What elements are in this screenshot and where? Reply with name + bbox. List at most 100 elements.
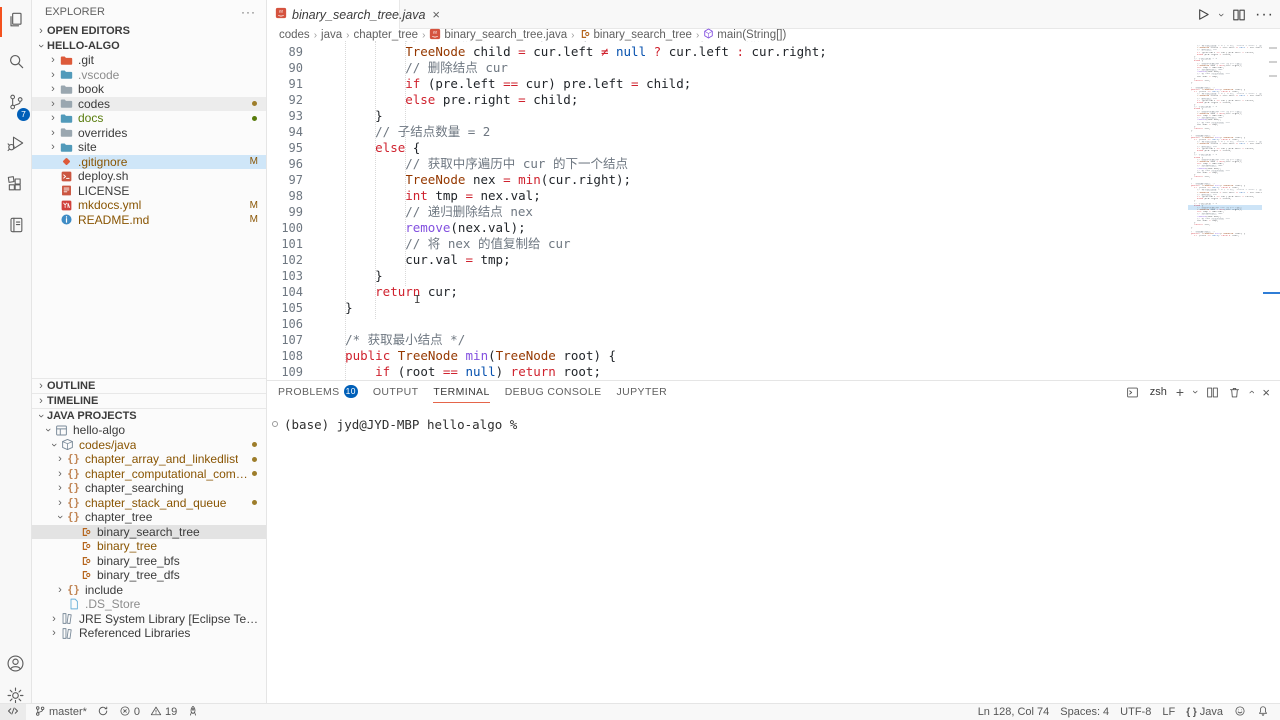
section-root-folder[interactable]: › HELLO-ALGO [32,39,266,54]
java-tree-item[interactable]: binary_search_tree [32,525,266,540]
panel-tab-terminal[interactable]: TERMINAL [433,381,489,403]
breadcrumb-item[interactable]: chapter_tree [353,29,418,41]
code-line-91[interactable]: 91if (pre.left == cur) pre.left = child; [267,76,1280,92]
code-line-102[interactable]: 102cur.val = tmp; [267,252,1280,268]
code-line-93[interactable]: 93} [267,108,1280,124]
activity-extensions[interactable] [0,166,31,206]
activity-explorer[interactable] [0,2,31,42]
java-tree-item[interactable]: binary_tree [32,539,266,554]
chevron-down-icon[interactable]: › [43,424,53,436]
git-branch[interactable]: master* [34,705,87,720]
code-line-100[interactable]: 100remove(nex.val); [267,220,1280,236]
java-tree-item[interactable]: binary_tree_bfs [32,554,266,569]
split-terminal[interactable] [1206,386,1219,399]
chevron-right-icon[interactable]: › [47,128,59,138]
explorer-tree-item[interactable]: ›.vscode [32,68,266,83]
chevron-right-icon[interactable]: › [54,469,66,479]
terminal-prompt[interactable]: (base) jyd@JYD-MBP hello-algo % [284,417,517,432]
encoding[interactable]: UTF-8 [1120,706,1151,718]
java-tree-item[interactable]: ›{}chapter_searching [32,481,266,496]
kill-terminal[interactable] [1228,386,1241,399]
indentation[interactable]: Spaces: 4 [1060,706,1109,718]
code-line-90[interactable]: 90// 删除结点 cur [267,60,1280,76]
code-line-101[interactable]: 101// 将 nex 的值复制给 cur [267,236,1280,252]
terminal-dropdown[interactable]: › [1193,387,1197,397]
java-tree-item[interactable]: .DS_Store [32,597,266,612]
overview-ruler[interactable] [1263,41,1280,380]
activity-search[interactable] [0,43,31,83]
cursor-position[interactable]: Ln 128, Col 74 [978,706,1050,718]
java-tree-item[interactable]: ›{}chapter_array_and_linkedlist [32,452,266,467]
explorer-tree-item[interactable]: ›docs [32,111,266,126]
code-line-94[interactable]: 94// 子结点数量 = 2 [267,124,1280,140]
code-line-103[interactable]: 103} [267,268,1280,284]
explorer-tree-item[interactable]: ›overrides [32,126,266,141]
chevron-right-icon[interactable]: › [48,614,60,624]
shell-indicator[interactable] [1126,386,1139,399]
chevron-right-icon[interactable]: › [47,84,59,94]
code-line-89[interactable]: 89TreeNode child = cur.left ≠ null ? cur… [267,44,1280,60]
close-tab-icon[interactable]: × [432,7,440,22]
code-line-108[interactable]: 108public TreeNode min(TreeNode root) { [267,348,1280,364]
eol[interactable]: LF [1162,706,1175,718]
code-line-96[interactable]: 96// 获取中序遍历中 cur 的下一个结点 [267,156,1280,172]
remote-indicator[interactable] [0,704,26,720]
run-java[interactable] [1195,7,1210,22]
warnings[interactable]: 19 [150,705,177,720]
close-panel[interactable]: × [1262,385,1270,400]
chevron-right-icon[interactable]: › [54,498,66,508]
split-editor[interactable] [1232,8,1246,22]
code-line-92[interactable]: 92else pre.right = child; [267,92,1280,108]
explorer-tree-item[interactable]: mkdocs.ymlM [32,198,266,213]
explorer-tree-item[interactable]: deploy.sh [32,169,266,184]
chevron-right-icon[interactable]: › [54,585,66,595]
new-terminal[interactable]: + [1176,384,1184,400]
code-line-99[interactable]: 99// 递归删除结点 nex [267,204,1280,220]
chevron-down-icon[interactable]: › [49,439,59,451]
section-java-projects[interactable]: › JAVA PROJECTS [32,408,266,423]
java-status[interactable] [187,705,199,720]
section-outline[interactable]: › OUTLINE [32,378,266,393]
more-actions[interactable]: ··· [1255,6,1274,24]
tab-binary-search-tree[interactable]: binary_search_tree.java × [267,0,400,29]
breadcrumb-item[interactable]: binary_search_tree [579,28,692,43]
breadcrumb-item[interactable]: main(String[]) [703,28,786,42]
java-tree-item[interactable]: ›Referenced Libraries [32,626,266,641]
explorer-tree-item[interactable]: LICENSE [32,184,266,199]
code-line-106[interactable]: 106 [267,316,1280,332]
chevron-right-icon[interactable]: › [47,70,59,80]
maximize-panel[interactable]: › [1250,387,1254,397]
language-mode[interactable]: { }Java [1186,706,1223,718]
run-dropdown[interactable]: › [1219,10,1223,20]
section-timeline[interactable]: › TIMELINE [32,393,266,408]
java-tree-item[interactable]: ›JRE System Library [Eclipse Temurin 17 … [32,612,266,627]
code-line-95[interactable]: 95else { [267,140,1280,156]
activity-run-and-debug[interactable] [0,125,31,165]
explorer-tree-item[interactable]: ›site [32,140,266,155]
notifications[interactable] [1257,705,1269,720]
panel-tab-jupyter[interactable]: JUPYTER [617,381,668,403]
chevron-right-icon[interactable]: › [54,454,66,464]
java-tree-item[interactable]: ›codes/java [32,438,266,453]
java-tree-item[interactable]: ›{}include [32,583,266,598]
java-tree-item[interactable]: ›hello-algo [32,423,266,438]
activity-notebook[interactable] [0,207,31,247]
activity-source-control[interactable]: 7 [0,84,31,124]
java-tree-item[interactable]: ›{}chapter_computational_complexity [32,467,266,482]
explorer-tree-item[interactable]: ›codes [32,97,266,112]
code-editor[interactable]: 88// 当子结点数量 = 0 / 1 时， child = null / 该子… [267,41,1280,380]
views-more-actions-icon[interactable]: ··· [241,5,256,19]
panel-tab-output[interactable]: OUTPUT [373,381,419,403]
breadcrumb-item[interactable]: binary_search_tree.java [429,28,567,43]
java-tree-item[interactable]: ›{}chapter_tree [32,510,266,525]
breadcrumb-item[interactable]: java [321,29,342,41]
code-line-109[interactable]: 109if (root == null) return root; [267,364,1280,380]
feedback[interactable] [1234,705,1246,720]
chevron-right-icon[interactable]: › [48,628,60,638]
chevron-right-icon[interactable]: › [54,483,66,493]
chevron-right-icon[interactable]: › [47,99,59,109]
explorer-tree-item[interactable]: ›.git [32,53,266,68]
code-line-97[interactable]: 97TreeNode nex = min(cur.right); [267,172,1280,188]
java-tree-item[interactable]: ›{}chapter_stack_and_queue [32,496,266,511]
chevron-right-icon[interactable]: › [47,55,59,65]
